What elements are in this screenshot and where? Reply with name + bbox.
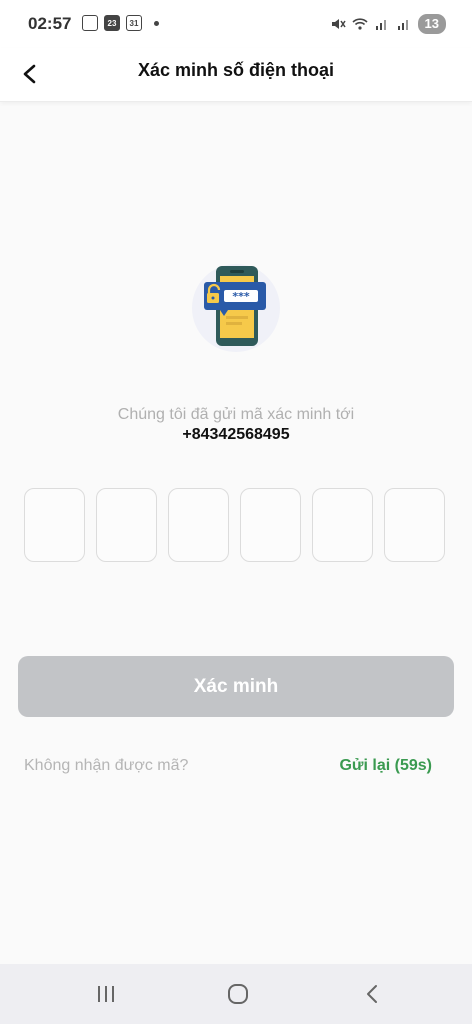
status-system-icons: 13 <box>330 14 446 34</box>
otp-digit-input[interactable] <box>24 488 85 562</box>
recent-apps-button[interactable] <box>86 978 126 1010</box>
verification-message: Chúng tôi đã gửi mã xác minh tới <box>117 406 355 423</box>
system-nav-bar <box>0 964 472 1024</box>
signal-icon <box>397 20 408 30</box>
home-icon <box>228 984 248 1004</box>
recent-apps-icon <box>98 986 114 1002</box>
signal-icon <box>375 20 386 30</box>
verify-button[interactable]: Xác minh <box>18 656 454 717</box>
otp-digit-input[interactable] <box>96 488 157 562</box>
app-bar: Xác minh số điện thoại <box>0 48 472 102</box>
svg-text:***: *** <box>232 290 250 303</box>
notification-dot-icon <box>154 20 159 26</box>
phone-verification-illustration: *** <box>192 264 280 352</box>
status-bar: 02:57 23 31 13 <box>0 0 472 48</box>
otp-digit-input[interactable] <box>240 488 301 562</box>
otp-input-group <box>24 488 445 562</box>
calendar-icon: 23 <box>104 15 120 31</box>
wifi-icon <box>351 18 368 30</box>
page-title: Xác minh số điện thoại <box>137 60 335 80</box>
screenshot-icon <box>82 15 98 31</box>
nav-back-button[interactable] <box>352 978 392 1010</box>
no-code-text: Không nhận được mã? <box>24 757 189 774</box>
home-button[interactable] <box>218 978 258 1010</box>
status-time: 02:57 <box>28 14 72 33</box>
status-notification-icons: 23 31 <box>82 15 159 31</box>
mute-icon <box>331 19 346 29</box>
phone-number: +84342568495 <box>182 426 290 443</box>
battery-indicator: 13 <box>417 14 446 34</box>
nav-back-icon <box>367 985 377 1003</box>
calendar-date-icon: 31 <box>126 15 142 31</box>
otp-digit-input[interactable] <box>312 488 373 562</box>
resend-button[interactable]: Gửi lại (59s) <box>339 757 432 775</box>
otp-digit-input[interactable] <box>168 488 229 562</box>
otp-digit-input[interactable] <box>384 488 445 562</box>
